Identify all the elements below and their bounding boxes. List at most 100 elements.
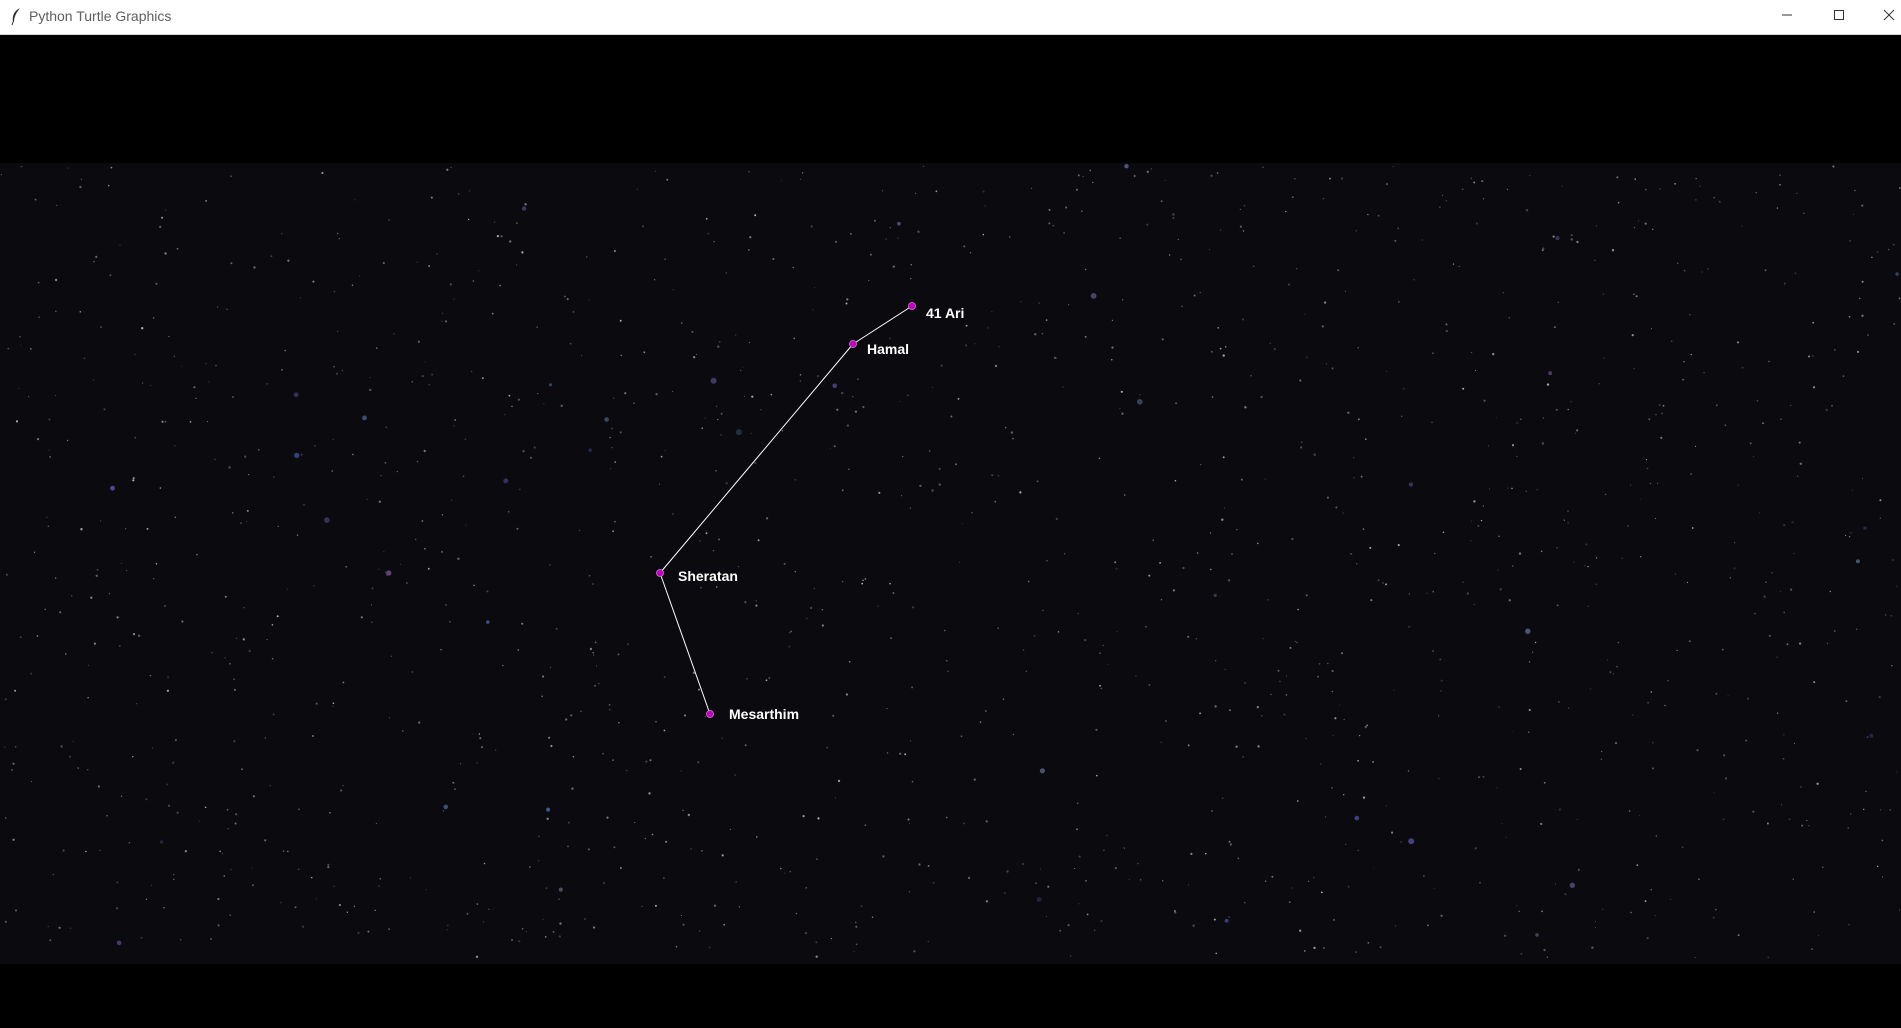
- background-star: [1343, 794, 1345, 796]
- background-star: [1689, 314, 1691, 316]
- background-star: [737, 565, 740, 568]
- background-star: [1783, 524, 1785, 526]
- background-star: [714, 904, 717, 907]
- background-star: [1304, 313, 1306, 315]
- background-star: [1190, 852, 1193, 856]
- background-star: [1111, 319, 1113, 321]
- background-star: [1505, 836, 1507, 839]
- background-star: [312, 735, 314, 737]
- background-star: [1542, 247, 1545, 250]
- background-star: [1085, 268, 1087, 271]
- background-star: [1192, 924, 1195, 927]
- background-star: [332, 702, 335, 704]
- close-button[interactable]: [1866, 0, 1901, 30]
- background-star: [1289, 646, 1292, 649]
- background-star: [845, 302, 848, 305]
- background-star: [991, 311, 993, 313]
- background-star: [1395, 925, 1397, 927]
- background-star: [383, 551, 385, 553]
- background-star: [1146, 223, 1149, 226]
- background-star: [333, 365, 335, 368]
- background-star: [205, 200, 207, 202]
- background-star: [1779, 590, 1782, 592]
- background-star: [388, 928, 391, 931]
- background-star: [36, 635, 39, 637]
- background-star: [997, 475, 1000, 477]
- background-star: [1048, 222, 1051, 225]
- background-star: [1148, 574, 1151, 577]
- background-star: [1099, 652, 1101, 654]
- background-star: [1294, 178, 1296, 180]
- background-star: [617, 653, 620, 656]
- background-star: [1174, 479, 1177, 482]
- background-star: [1408, 625, 1411, 628]
- background-star: [331, 470, 334, 472]
- background-star: [338, 237, 341, 240]
- turtle-canvas[interactable]: 41 Ari Hamal Sheratan Mesarthim: [0, 35, 1901, 1028]
- title-bar[interactable]: Python Turtle Graphics: [0, 0, 1901, 35]
- background-star: [1325, 363, 1328, 365]
- background-star: [300, 453, 303, 456]
- background-star: [1010, 431, 1014, 434]
- background-star: [1812, 386, 1816, 389]
- background-star: [1756, 400, 1759, 402]
- background-star: [1002, 698, 1005, 700]
- background-star: [252, 795, 255, 798]
- background-star: [1329, 177, 1331, 180]
- background-star: [1458, 265, 1460, 267]
- background-star: [430, 196, 433, 199]
- background-star: [1552, 235, 1555, 238]
- background-star: [606, 816, 609, 819]
- background-star: [861, 582, 864, 585]
- background-star: [120, 795, 123, 797]
- background-star: [1239, 225, 1242, 228]
- background-star: [1511, 444, 1515, 447]
- background-star: [1231, 553, 1233, 555]
- background-star: [604, 417, 609, 422]
- background-star: [1242, 756, 1245, 758]
- background-star: [919, 484, 922, 488]
- background-star: [1850, 531, 1852, 534]
- background-star: [1481, 180, 1484, 183]
- minimize-button[interactable]: [1764, 0, 1810, 30]
- background-star: [929, 450, 931, 452]
- background-star: [108, 593, 111, 595]
- background-star: [555, 627, 558, 630]
- background-star: [665, 840, 668, 843]
- background-star: [1164, 179, 1166, 181]
- background-star: [1067, 924, 1070, 927]
- background-star: [1561, 185, 1563, 187]
- background-star: [1670, 898, 1672, 900]
- background-star: [467, 218, 470, 221]
- background-star: [1107, 663, 1109, 665]
- background-star: [486, 620, 490, 624]
- background-star: [602, 752, 604, 755]
- background-star: [357, 931, 360, 935]
- maximize-button[interactable]: [1816, 0, 1862, 30]
- background-star: [902, 456, 904, 458]
- background-star: [725, 272, 727, 274]
- background-star: [909, 823, 910, 825]
- background-star: [965, 324, 968, 327]
- background-star: [145, 798, 148, 801]
- background-star: [441, 320, 443, 322]
- background-star: [153, 578, 155, 580]
- turtle-window: Python Turtle Graphics 41 Ari Hamal Sher…: [0, 0, 1901, 1028]
- background-star: [1896, 586, 1898, 588]
- background-star: [280, 902, 282, 904]
- background-star: [963, 245, 966, 248]
- background-star: [48, 449, 50, 451]
- background-star: [1075, 188, 1078, 191]
- background-star: [423, 449, 426, 453]
- background-star: [848, 660, 851, 663]
- background-star: [294, 452, 300, 459]
- background-star: [1445, 199, 1448, 202]
- background-star: [1200, 463, 1202, 466]
- background-star: [947, 670, 949, 672]
- background-star: [1567, 510, 1569, 512]
- background-star: [1691, 527, 1694, 529]
- background-star: [1286, 675, 1288, 677]
- background-star: [1851, 489, 1853, 491]
- background-star: [1076, 802, 1079, 805]
- background-star: [125, 528, 127, 530]
